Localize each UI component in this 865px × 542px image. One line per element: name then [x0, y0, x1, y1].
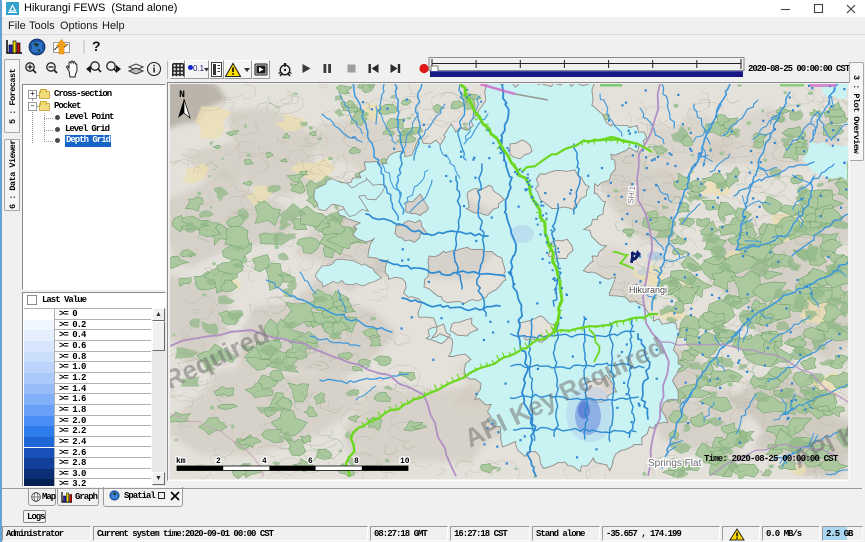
- svg-text:4: 4: [262, 457, 267, 466]
- svg-text:Springs Flat: Springs Flat: [648, 458, 702, 469]
- svg-text:2: 2: [216, 457, 221, 466]
- svg-text:10: 10: [400, 457, 410, 466]
- svg-text:Time: 2020-08-25 00:00:00 CST: Time: 2020-08-25 00:00:00 CST: [704, 454, 839, 464]
- svg-text:8: 8: [354, 457, 359, 466]
- svg-text:km: km: [176, 457, 186, 466]
- svg-text:6: 6: [308, 457, 313, 466]
- svg-text:Hikurangi: Hikurangi: [629, 285, 667, 295]
